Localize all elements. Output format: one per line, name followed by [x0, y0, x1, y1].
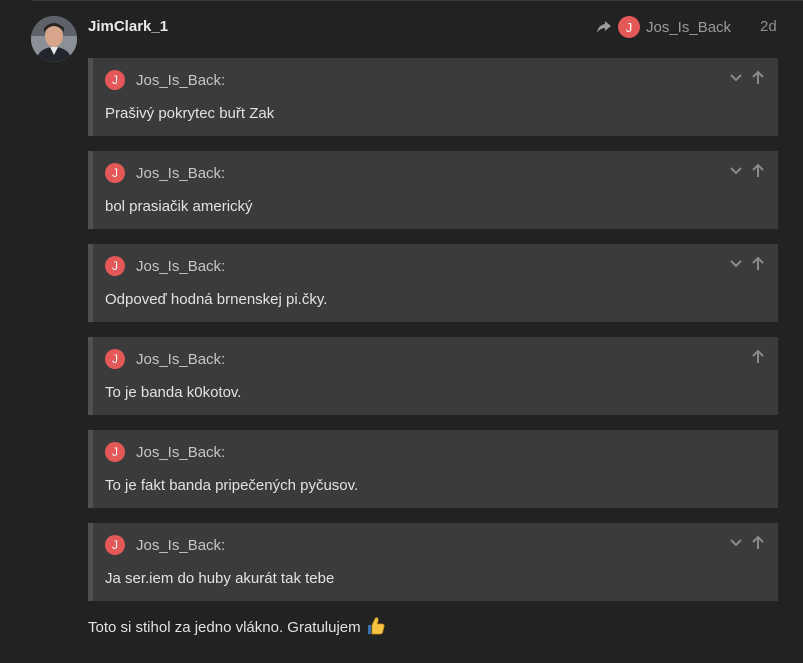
quote-text: Ja ser.iem do huby akurát tak tebe [105, 570, 335, 587]
quote-avatar[interactable]: J [105, 535, 125, 555]
chevron-down-icon[interactable] [728, 70, 744, 86]
quote-header: J Jos_Is_Back: [105, 535, 225, 555]
quote-avatar[interactable]: J [105, 70, 125, 90]
quote-author: Jos_Is_Back: [136, 71, 226, 89]
quote-text: Odpoveď hodná brnenskej pi.čky. [105, 291, 328, 308]
reply-to-indicator[interactable]: J Jos_Is_Back [596, 14, 731, 40]
quote-block: J Jos_Is_Back: Odpoveď hodná brnenskej p… [88, 244, 778, 322]
arrow-up-icon[interactable] [750, 256, 766, 272]
quote-text: To je fakt banda pripečených pyčusov. [105, 477, 359, 494]
quote-text: To je banda k0kotov. [105, 384, 242, 401]
chevron-down-icon[interactable] [728, 256, 744, 272]
reply-to-avatar: J [618, 16, 640, 38]
divider [32, 0, 803, 1]
post-username[interactable]: JimClark_1 [88, 18, 168, 35]
quote-avatar[interactable]: J [105, 349, 125, 369]
closing-text: Toto si stihol za jedno vlákno. Gratuluj… [88, 619, 361, 636]
quote-header: J Jos_Is_Back: [105, 70, 225, 90]
quote-block: J Jos_Is_Back: bol prasiačik americký [88, 151, 778, 229]
quote-author: Jos_Is_Back: [136, 536, 226, 554]
quote-block: J Jos_Is_Back: To je banda k0kotov. [88, 337, 778, 415]
quote-author: Jos_Is_Back: [136, 257, 226, 275]
quote-header: J Jos_Is_Back: [105, 442, 225, 462]
quote-block: J Jos_Is_Back: To je fakt banda pripečen… [88, 430, 778, 508]
quote-controls [722, 535, 766, 551]
quote-controls [722, 163, 766, 179]
quote-text: bol prasiačik americký [105, 198, 253, 215]
arrow-up-icon[interactable] [750, 163, 766, 179]
forum-post: JimClark_1 J Jos_Is_Back 2d J Jos_Is_Bac… [0, 0, 803, 663]
reply-to-name: Jos_Is_Back [646, 18, 732, 36]
quote-controls [744, 349, 766, 365]
post-body-text: Toto si stihol za jedno vlákno. Gratuluj… [88, 617, 386, 636]
arrow-up-icon[interactable] [750, 535, 766, 551]
user-avatar[interactable] [31, 16, 77, 62]
quote-block: J Jos_Is_Back: Prašivý pokrytec buřt Zak [88, 58, 778, 136]
quote-header: J Jos_Is_Back: [105, 256, 225, 276]
quote-header: J Jos_Is_Back: [105, 349, 225, 369]
quote-controls [722, 256, 766, 272]
thumbs-up-icon [367, 617, 385, 635]
quote-controls [722, 70, 766, 86]
arrow-up-icon[interactable] [750, 349, 766, 365]
quote-author: Jos_Is_Back: [136, 350, 226, 368]
quote-text: Prašivý pokrytec buřt Zak [105, 105, 275, 122]
chevron-down-icon[interactable] [728, 535, 744, 551]
avatar-photo [31, 16, 77, 62]
post-date[interactable]: 2d [760, 18, 777, 35]
chevron-down-icon[interactable] [728, 163, 744, 179]
quote-avatar[interactable]: J [105, 256, 125, 276]
quote-author: Jos_Is_Back: [136, 164, 226, 182]
reply-arrow-icon [597, 21, 611, 33]
quote-avatar[interactable]: J [105, 163, 125, 183]
quote-avatar[interactable]: J [105, 442, 125, 462]
quote-author: Jos_Is_Back: [136, 443, 226, 461]
arrow-up-icon[interactable] [750, 70, 766, 86]
quote-header: J Jos_Is_Back: [105, 163, 225, 183]
quote-block: J Jos_Is_Back: Ja ser.iem do huby akurát… [88, 523, 778, 601]
